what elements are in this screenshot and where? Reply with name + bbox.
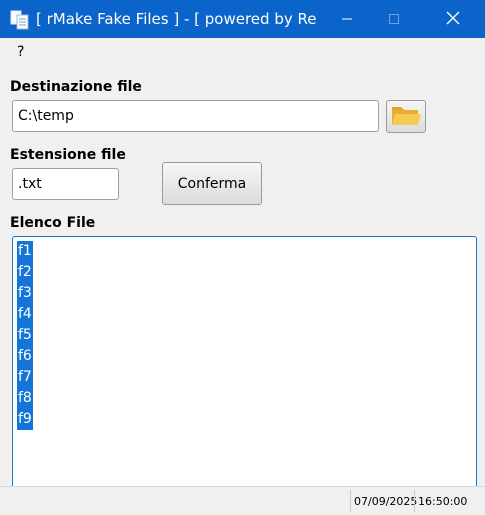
list-item[interactable]: f4 — [17, 304, 33, 325]
confirm-button-label: Conferma — [177, 175, 247, 192]
extension-field[interactable]: .txt — [12, 168, 119, 200]
list-item[interactable]: f5 — [17, 325, 33, 346]
window-title: [ rMake Fake Files ] - [ powered by Ren.… — [36, 10, 316, 28]
status-bar: 07/09/2025 16:50:00 — [0, 486, 485, 515]
list-item[interactable]: f9 — [17, 409, 33, 430]
extension-label: Estensione file — [10, 147, 126, 163]
destination-label: Destinazione file — [10, 79, 142, 95]
close-icon — [446, 10, 460, 29]
list-item[interactable]: f7 — [17, 367, 33, 388]
browse-folder-button[interactable] — [386, 100, 426, 133]
status-time: 16:50:00 — [414, 490, 467, 512]
maximize-button[interactable] — [371, 0, 417, 38]
document-copy-icon — [9, 10, 31, 30]
minimize-button[interactable] — [324, 0, 370, 38]
confirm-button[interactable]: Conferma — [162, 162, 262, 205]
app-window: [ rMake Fake Files ] - [ powered by Ren.… — [0, 0, 485, 515]
file-list-label: Elenco File — [10, 215, 96, 231]
close-button[interactable] — [430, 0, 476, 38]
minimize-icon — [341, 10, 353, 29]
list-item[interactable]: f8 — [17, 388, 33, 409]
file-list[interactable]: f1 f2 f3 f4 f5 f6 f7 f8 f9 — [12, 236, 477, 488]
folder-open-icon — [390, 103, 422, 131]
list-item[interactable]: f6 — [17, 346, 33, 367]
list-item[interactable]: f3 — [17, 283, 33, 304]
file-list-items: f1 f2 f3 f4 f5 f6 f7 f8 f9 — [17, 241, 33, 430]
list-item[interactable]: f1 — [17, 241, 33, 262]
menu-item-help[interactable]: ? — [13, 44, 28, 60]
destination-value: C:\temp — [18, 108, 74, 124]
extension-value: .txt — [18, 176, 42, 192]
menu-bar: ? — [0, 38, 485, 66]
maximize-icon — [388, 10, 400, 29]
status-date: 07/09/2025 — [350, 490, 417, 512]
title-bar[interactable]: [ rMake Fake Files ] - [ powered by Ren.… — [0, 0, 485, 38]
destination-field[interactable]: C:\temp — [12, 100, 379, 132]
list-item[interactable]: f2 — [17, 262, 33, 283]
